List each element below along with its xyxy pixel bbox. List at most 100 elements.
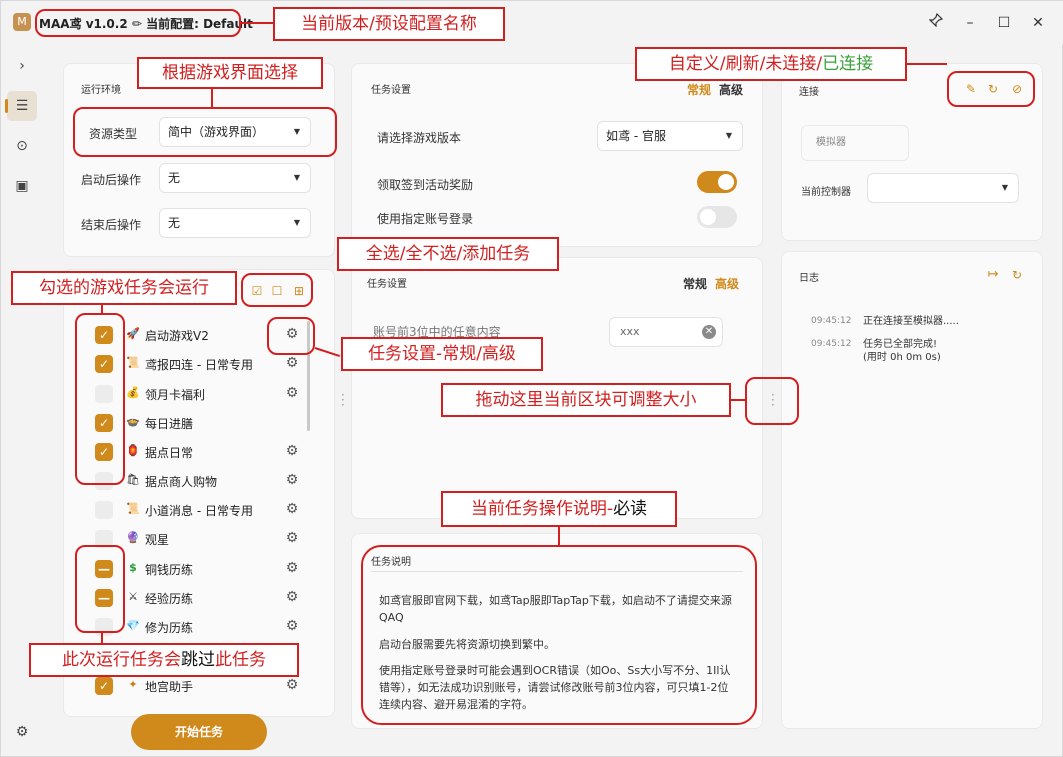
caret-down-icon: ▼ [725, 131, 732, 140]
tab-advanced[interactable]: 高级 [719, 81, 743, 98]
annotation-ring-skip [75, 545, 125, 633]
annotation-ring-resize [745, 377, 799, 425]
use-account-label: 使用指定账号登录 [377, 212, 474, 226]
tab-advanced-2[interactable]: 高级 [715, 275, 739, 292]
task-row[interactable]: 📜 小道消息 - 日常专用 ⚙ [89, 497, 319, 523]
claim-reward-label: 领取签到活动奖励 [377, 178, 474, 192]
controller-label: 当前控制器 [801, 187, 851, 198]
export-log-icon[interactable]: ↦ [985, 267, 1001, 283]
task-name: 小道消息 - 日常专用 [145, 504, 253, 518]
log-title: 日志 [799, 273, 819, 284]
resize-grip-left[interactable]: · · · [341, 389, 345, 411]
task-checkbox[interactable] [95, 501, 113, 519]
annotation-connection: 自定义/刷新/未连接/已连接 [635, 47, 907, 81]
connection-title: 连接 [799, 87, 819, 98]
task-name: 启动游戏V2 [145, 329, 209, 343]
food-icon: 🍲 [126, 415, 140, 428]
lantern-icon: 🏮 [126, 444, 140, 457]
task-row[interactable]: 🔮 观星 ⚙ [89, 526, 319, 552]
use-account-toggle[interactable] [697, 206, 737, 228]
nav-item-tasks[interactable]: ☰ [5, 91, 37, 121]
note-icon: 📜 [126, 502, 140, 515]
annotation-resize: 拖动这里当前区块可调整大小 [441, 383, 731, 417]
gear-icon[interactable]: ⚙ [283, 588, 301, 606]
task-name: 每日进膳 [145, 417, 194, 431]
task-name: 经验历练 [145, 592, 194, 606]
annotation-ring-description [361, 545, 757, 725]
annotation-line [731, 399, 745, 401]
env-panel-title: 运行环境 [81, 85, 121, 96]
app-window: M MAA鸢 v1.0.2 ✏ 当前配置: Default – ☐ ✕ › ☰ … [0, 0, 1063, 757]
annotation-ring-title [35, 9, 241, 37]
caret-down-icon: ▼ [1001, 183, 1008, 192]
gear-icon[interactable]: ⚙ [283, 384, 301, 402]
task-name: 据点日常 [145, 446, 194, 460]
pin-icon[interactable] [923, 11, 949, 35]
task-settings-title: 任务设置 [371, 85, 411, 96]
task-name: 铜钱历练 [145, 563, 194, 577]
log-message: 任务已全部完成! [863, 339, 938, 350]
gear-icon[interactable]: ⚙ [283, 617, 301, 635]
controller-select[interactable]: ▼ [867, 173, 1019, 203]
scroll-icon: 📜 [126, 356, 140, 369]
gear-icon[interactable]: ⚙ [283, 471, 301, 489]
nav-item-screen[interactable]: ▣ [7, 171, 37, 201]
gear-icon[interactable]: ⚙ [283, 559, 301, 577]
annotation-ring-checked [75, 313, 125, 485]
after-end-label: 结束后操作 [81, 218, 142, 232]
log-time: 09:45:12 [811, 339, 852, 349]
annotation-line [101, 305, 103, 313]
claim-reward-toggle[interactable] [697, 171, 737, 193]
close-button[interactable]: ✕ [1025, 11, 1051, 35]
screen-icon: ▣ [15, 178, 29, 194]
gift-icon: 💰 [126, 386, 140, 399]
annotation-description: 当前任务操作说明-必读 [441, 491, 677, 527]
annotation-line [907, 63, 947, 65]
annotation-ring-resource [73, 107, 337, 157]
rocket-icon: 🚀 [126, 327, 140, 340]
start-task-button[interactable]: 开始任务 [131, 714, 267, 750]
gem-icon: 💎 [126, 619, 140, 632]
after-start-select[interactable]: 无 ▼ [159, 163, 311, 193]
nav-item-settings[interactable]: ⚙ [7, 717, 37, 747]
annotation-skip: 此次运行任务会跳过此任务 [29, 643, 299, 677]
annotation-ring-gear [267, 317, 315, 355]
annotation-checked-run: 勾选的游戏任务会运行 [11, 271, 237, 305]
caret-down-icon: ▼ [293, 218, 300, 227]
task-name: 观星 [145, 533, 170, 547]
annotation-by-ui: 根据游戏界面选择 [137, 57, 323, 89]
task-name: 据点商人购物 [145, 475, 218, 489]
task-name: 鸢报四连 - 日常专用 [145, 358, 253, 372]
task-checkbox[interactable]: ✓ [95, 677, 113, 695]
gamepad-icon: ⊙ [16, 138, 28, 154]
log-message: 正在连接至模拟器..... [863, 316, 959, 327]
clear-log-icon[interactable]: ↻ [1009, 267, 1025, 283]
account-prefix-input[interactable]: xxx ✕ [609, 317, 723, 347]
gear-icon[interactable]: ⚙ [283, 500, 301, 518]
after-end-select[interactable]: 无 ▼ [159, 208, 311, 238]
caret-down-icon: ▼ [293, 173, 300, 182]
task-name: 地宫助手 [145, 680, 194, 694]
gear-icon[interactable]: ⚙ [283, 354, 301, 372]
tab-normal-2[interactable]: 常规 [683, 275, 707, 292]
gear-icon[interactable]: ⚙ [283, 529, 301, 547]
after-start-label: 启动后操作 [81, 173, 142, 187]
gear-icon[interactable]: ⚙ [283, 676, 301, 694]
annotation-version: 当前版本/预设配置名称 [273, 7, 505, 41]
log-time: 09:45:12 [811, 316, 852, 326]
gear-icon[interactable]: ⚙ [283, 442, 301, 460]
task-name: 领月卡福利 [145, 388, 206, 402]
annotation-line [241, 22, 273, 24]
maximize-button[interactable]: ☐ [991, 11, 1017, 35]
game-version-select[interactable]: 如鸢 - 官服 ▼ [597, 121, 743, 151]
app-logo-icon: M [13, 13, 31, 31]
annotation-line [211, 89, 213, 107]
nav-item-game[interactable]: ⊙ [7, 131, 37, 161]
emulator-button[interactable]: 模拟器 [801, 125, 909, 161]
game-version-label: 请选择游戏版本 [377, 131, 462, 145]
minimize-button[interactable]: – [957, 11, 983, 35]
task-name: 修为历练 [145, 621, 194, 635]
nav-expand-icon[interactable]: › [7, 51, 37, 81]
tab-normal[interactable]: 常规 [687, 81, 711, 98]
clear-icon[interactable]: ✕ [702, 325, 716, 339]
